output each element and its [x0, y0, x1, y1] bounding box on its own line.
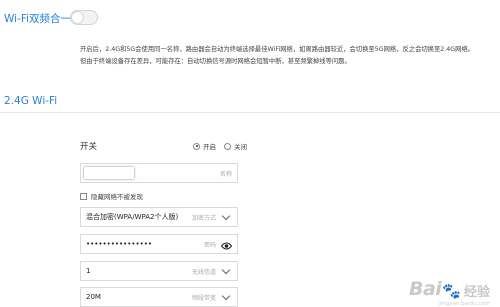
chevron-down-icon[interactable] [221, 265, 231, 274]
description-line-2: 但由于终端设备存在差异，可能存在：自动切换信号源时网络会短暂中断，甚至频繁掉线等… [80, 57, 351, 65]
radio-on-indicator[interactable] [193, 142, 200, 150]
chevron-down-icon[interactable] [221, 211, 231, 220]
dual-band-description: 开启后，2.4G和5G会使用同一名称，路由器会自动为终端选择最佳WiFi网络，如… [80, 44, 498, 67]
paw-icon: 🐾 [442, 282, 461, 300]
hide-network-row[interactable]: 隐藏网络不被发现 [80, 191, 143, 201]
bandwidth-select[interactable]: 20M 频段带宽 [80, 287, 238, 307]
ssid-name-tag: 名称 [219, 170, 232, 178]
dual-band-toggle[interactable] [70, 10, 98, 25]
radio-off-indicator[interactable] [224, 142, 231, 150]
description-line-1: 开启后，2.4G和5G会使用同一名称，路由器会自动为终端选择最佳WiFi网络，如… [80, 46, 475, 53]
password-field[interactable]: •••••••••••••••• 密码 [80, 234, 238, 254]
bandwidth-value: 20M [86, 293, 101, 301]
dual-band-title: Wi-Fi双频合一 [4, 13, 72, 25]
password-tag: 密码 [203, 241, 216, 249]
encryption-value: 混合加密(WPA/WPA2个人版) [86, 213, 179, 221]
channel-select[interactable]: 1 无线信道 [80, 261, 238, 281]
section-divider [0, 112, 500, 113]
redaction-box [84, 167, 134, 179]
section-title: 2.4G Wi-Fi [4, 95, 58, 107]
hide-network-label: 隐藏网络不被发现 [91, 193, 143, 201]
watermark-brand: Bai [408, 278, 442, 300]
password-value[interactable]: •••••••••••••••• [81, 240, 204, 248]
channel-tag: 无线信道 [191, 268, 216, 276]
radio-off-label: 关闭 [234, 143, 247, 151]
baidu-jingyan-watermark: Bai 🐾 经验 jingyan.baidu.com [408, 278, 490, 307]
watermark-url: jingyan.baidu.com [439, 301, 490, 307]
channel-value: 1 [86, 267, 91, 275]
encryption-tag: 加密方式 [191, 214, 216, 222]
ssid-name-field[interactable]: 名称 [80, 163, 238, 183]
radio-on-label: 开启 [203, 143, 216, 151]
hide-network-checkbox[interactable] [80, 192, 87, 200]
switch-radio-group: 开启 关闭 [193, 141, 255, 151]
bandwidth-tag: 频段带宽 [191, 294, 216, 302]
radio-on[interactable]: 开启 [193, 141, 216, 151]
radio-off[interactable]: 关闭 [224, 141, 247, 151]
watermark-suffix: 经验 [463, 285, 490, 300]
eye-icon[interactable] [220, 235, 233, 254]
toggle-knob [72, 12, 83, 23]
encryption-select[interactable]: 混合加密(WPA/WPA2个人版) 加密方式 [80, 207, 238, 227]
switch-label: 开关 [80, 142, 98, 152]
chevron-down-icon[interactable] [221, 291, 231, 300]
